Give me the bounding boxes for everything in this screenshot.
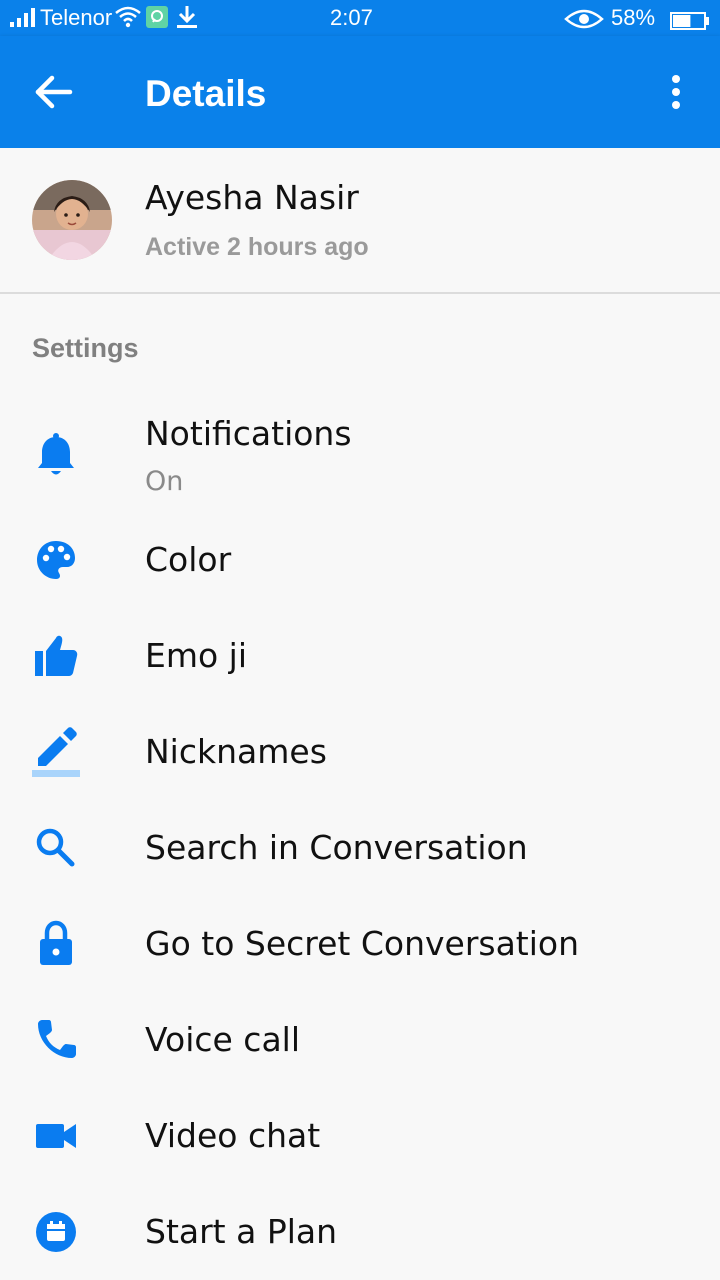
settings-item-label: Voice call bbox=[145, 1020, 301, 1059]
details-screen: Telenor 2:07 58% Details Ayesha Nasir Ac… bbox=[0, 0, 720, 1280]
settings-item-label: Nicknames bbox=[145, 732, 327, 771]
eye-icon bbox=[564, 8, 604, 36]
settings-item-label: Color bbox=[145, 540, 232, 579]
contact-name: Ayesha Nasir bbox=[145, 178, 359, 217]
settings-item-label: Video chat bbox=[145, 1116, 321, 1155]
app-notification-icon bbox=[146, 6, 168, 35]
lock-icon bbox=[30, 918, 82, 970]
signal-icon bbox=[10, 6, 36, 35]
settings-item-label: Start a Plan bbox=[145, 1212, 338, 1251]
clock-time: 2:07 bbox=[330, 5, 373, 30]
settings-item-label: Search in Conversation bbox=[145, 828, 528, 867]
settings-item-search-in-conversation[interactable]: Search in Conversation bbox=[0, 800, 720, 896]
download-icon bbox=[176, 5, 198, 36]
battery-icon bbox=[670, 9, 710, 37]
page-title: Details bbox=[145, 73, 267, 114]
calendar-icon bbox=[30, 1206, 82, 1258]
video-camera-icon bbox=[30, 1110, 82, 1162]
status-bar: Telenor 2:07 58% bbox=[0, 0, 720, 36]
settings-header: Settings bbox=[32, 333, 139, 363]
search-icon bbox=[30, 822, 82, 874]
battery-percent: 58% bbox=[611, 5, 656, 30]
settings-item-label: Notifications bbox=[145, 414, 352, 453]
settings-item-nicknames[interactable]: Nicknames bbox=[0, 704, 720, 800]
settings-item-start-a-plan[interactable]: Start a Plan bbox=[0, 1184, 720, 1280]
profile-header[interactable]: Ayesha Nasir Active 2 hours ago bbox=[0, 148, 720, 294]
settings-item-emoji[interactable]: Emo ji bbox=[0, 608, 720, 704]
bell-icon bbox=[30, 430, 82, 482]
more-vertical-icon[interactable] bbox=[656, 72, 696, 112]
settings-item-label: Go to Secret Conversation bbox=[145, 924, 580, 963]
palette-icon bbox=[30, 534, 82, 586]
pencil-icon bbox=[30, 724, 82, 777]
thumbs-up-icon bbox=[30, 630, 82, 682]
phone-icon bbox=[30, 1014, 82, 1066]
settings-item-secret-conversation[interactable]: Go to Secret Conversation bbox=[0, 896, 720, 992]
settings-item-color[interactable]: Color bbox=[0, 512, 720, 608]
arrow-back-icon[interactable] bbox=[32, 72, 80, 112]
wifi-icon bbox=[115, 6, 141, 35]
settings-item-video-chat[interactable]: Video chat bbox=[0, 1088, 720, 1184]
carrier-name: Telenor bbox=[40, 5, 113, 30]
settings-item-sublabel: On bbox=[145, 466, 184, 497]
settings-item-label: Emo ji bbox=[145, 636, 248, 675]
settings-item-voice-call[interactable]: Voice call bbox=[0, 992, 720, 1088]
settings-item-notifications[interactable]: Notifications On bbox=[0, 400, 720, 512]
active-status: Active 2 hours ago bbox=[145, 233, 369, 261]
app-bar: Details bbox=[0, 36, 720, 148]
avatar[interactable] bbox=[32, 180, 112, 260]
